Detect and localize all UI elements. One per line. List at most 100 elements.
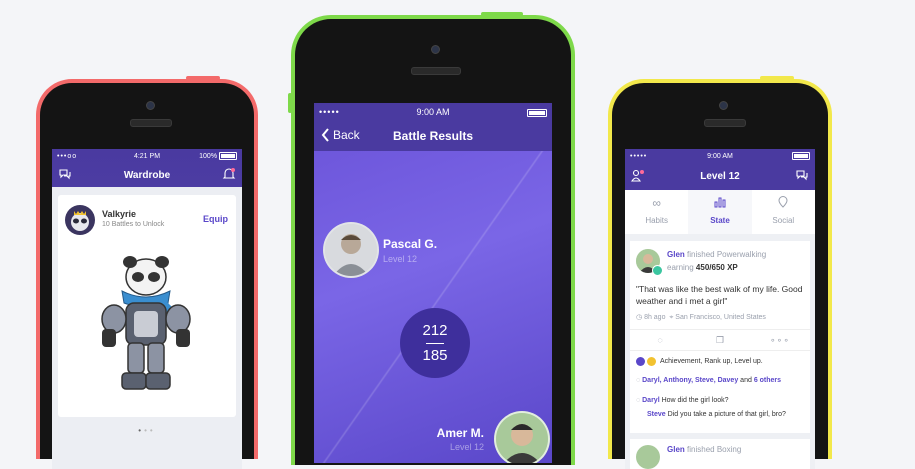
battle-results-screen: ••••• 9:00 AM Back Battle Results Pascal… (314, 103, 552, 463)
score-bottom: 185 (422, 347, 448, 364)
feed-screen: ••••• 9:00 AM Level 12 ∞ Habits State So… (625, 149, 815, 469)
phone-right-body: ••••• 9:00 AM Level 12 ∞ Habits State So… (612, 83, 828, 469)
item-subtitle: 10 Battles to Unlock (102, 221, 165, 228)
speaker (130, 119, 172, 127)
status-bar: ••••• 9:00 AM (625, 149, 815, 163)
item-name: Valkyrie (102, 209, 137, 219)
achievement-text: Achievement, Rank up, Level up. (660, 358, 763, 365)
infinity-icon: ∞ (652, 196, 661, 210)
bar-chart-icon (688, 196, 751, 212)
clock-icon: ◷ (636, 314, 643, 321)
level-badge (652, 265, 663, 276)
page-title: Battle Results (392, 129, 474, 143)
post-time: 8h ago (644, 314, 666, 321)
navigation-bar: Wardrobe (52, 163, 242, 187)
chat-bubbles-icon[interactable] (795, 169, 809, 185)
back-button[interactable]: Back (321, 128, 360, 142)
post-2-header: Glen finished Boxing (667, 445, 741, 454)
page-title: Wardrobe (123, 169, 171, 181)
score-divider (426, 343, 444, 344)
wardrobe-screen: •••oo 4:21 PM 100% Wardrobe Valkyrie 10 … (52, 149, 242, 469)
player2-name: Amer M. (436, 426, 484, 440)
tab-habits-label: Habits (645, 216, 668, 225)
clock: 9:00 AM (707, 152, 733, 160)
status-bar: •••oo 4:21 PM 100% (52, 149, 242, 163)
score-circle: 212 185 (400, 308, 470, 378)
signal-indicator: ••••• (630, 152, 648, 160)
chat-bubbles-icon[interactable] (58, 168, 72, 184)
post-action: finished Powerwalking (687, 250, 767, 259)
post-2-user[interactable]: Glen (667, 445, 685, 454)
post-2-action: finished Boxing (687, 445, 742, 454)
tab-habits[interactable]: ∞ Habits (625, 190, 688, 234)
battery-icon (527, 108, 547, 117)
phone-middle: ••••• 9:00 AM Back Battle Results Pascal… (288, 12, 575, 465)
wardrobe-content: Valkyrie 10 Battles to Unlock Equip ••• (52, 187, 242, 469)
likers-others[interactable]: 6 others (754, 377, 781, 384)
comment-1-text: How did the girl look? (661, 397, 729, 404)
status-bar: ••••• 9:00 AM (314, 103, 552, 121)
player1-name: Pascal G. (383, 237, 438, 251)
item-avatar (65, 205, 95, 235)
phone-right: ••••• 9:00 AM Level 12 ∞ Habits State So… (608, 76, 832, 469)
likers-and: and (740, 377, 752, 384)
user-avatar[interactable] (636, 445, 660, 469)
post-xp: 450/650 XP (695, 263, 738, 272)
more-icon[interactable]: ∘∘∘ (750, 330, 810, 350)
comment-1: ◌ Daryl How did the girl look? (636, 397, 806, 404)
player2-avatar[interactable] (494, 411, 550, 463)
player2-level: Level 12 (449, 442, 484, 452)
player1-level: Level 12 (383, 254, 418, 264)
likes-row: ◌ Daryl, Anthony, Steve, Davey and 6 oth… (636, 377, 806, 384)
phone-left-body: •••oo 4:21 PM 100% Wardrobe Valkyrie 10 … (40, 83, 254, 469)
signal-indicator: ••••• (319, 107, 340, 117)
battery-status: 100% (199, 152, 237, 160)
post-user[interactable]: Glen (667, 250, 685, 259)
speaker (704, 119, 746, 127)
equip-button[interactable]: Equip (203, 214, 228, 224)
navigation-bar: Level 12 (625, 163, 815, 190)
clock: 9:00 AM (416, 107, 450, 117)
wardrobe-item-card: Valkyrie 10 Battles to Unlock Equip (58, 195, 236, 417)
camera (431, 45, 440, 54)
camera (719, 101, 728, 110)
battery-icon (792, 152, 810, 160)
comment-2-user[interactable]: Steve (647, 411, 666, 418)
navigation-bar: Back Battle Results (314, 121, 552, 151)
phone-left: •••oo 4:21 PM 100% Wardrobe Valkyrie 10 … (36, 76, 258, 469)
comment-2-text: Did you take a picture of that girl, bro… (667, 411, 786, 418)
tab-state[interactable]: State (688, 190, 752, 234)
location-pin-icon: ⌖ (669, 314, 674, 321)
comment-1-user[interactable]: Daryl (642, 397, 660, 404)
speaker (411, 67, 461, 75)
page-indicator[interactable]: ••• (52, 426, 242, 435)
location-pin-icon (752, 196, 815, 212)
post-earning: earning (667, 263, 694, 272)
tab-bar: ∞ Habits State Social (625, 190, 815, 234)
tab-state-label: State (710, 216, 730, 225)
tab-social-label: Social (772, 216, 795, 225)
panda-character-image (92, 253, 202, 403)
post-header: Glen finished Powerwalking earning 450/6… (667, 248, 806, 274)
feed-post: Glen finished Powerwalking earning 450/6… (630, 241, 810, 433)
post-location: San Francisco, United States (675, 314, 766, 321)
comments-icon: ◌ (636, 397, 641, 404)
post-meta: ◷ 8h ago ⌖ San Francisco, United States (636, 313, 806, 322)
comment-icon[interactable]: ◌ (630, 330, 690, 350)
achievement-icon (636, 357, 645, 366)
battery-icon (219, 152, 237, 160)
star-icon (647, 357, 656, 366)
likers[interactable]: Daryl, Anthony, Steve, Davey (642, 377, 738, 384)
clock: 4:21 PM (133, 152, 161, 160)
share-icon[interactable]: ❐ (690, 330, 750, 350)
achievement-row: Achievement, Rank up, Level up. (636, 357, 806, 366)
users-icon[interactable] (630, 169, 646, 185)
feed-post-2: Glen finished Boxing (630, 439, 810, 469)
player1-avatar[interactable] (323, 222, 379, 278)
bell-icon[interactable] (222, 167, 236, 184)
chevron-left-icon (321, 128, 329, 142)
back-label: Back (333, 128, 360, 142)
camera (146, 101, 155, 110)
tab-social[interactable]: Social (752, 190, 815, 234)
signal-indicator: •••oo (57, 152, 78, 160)
